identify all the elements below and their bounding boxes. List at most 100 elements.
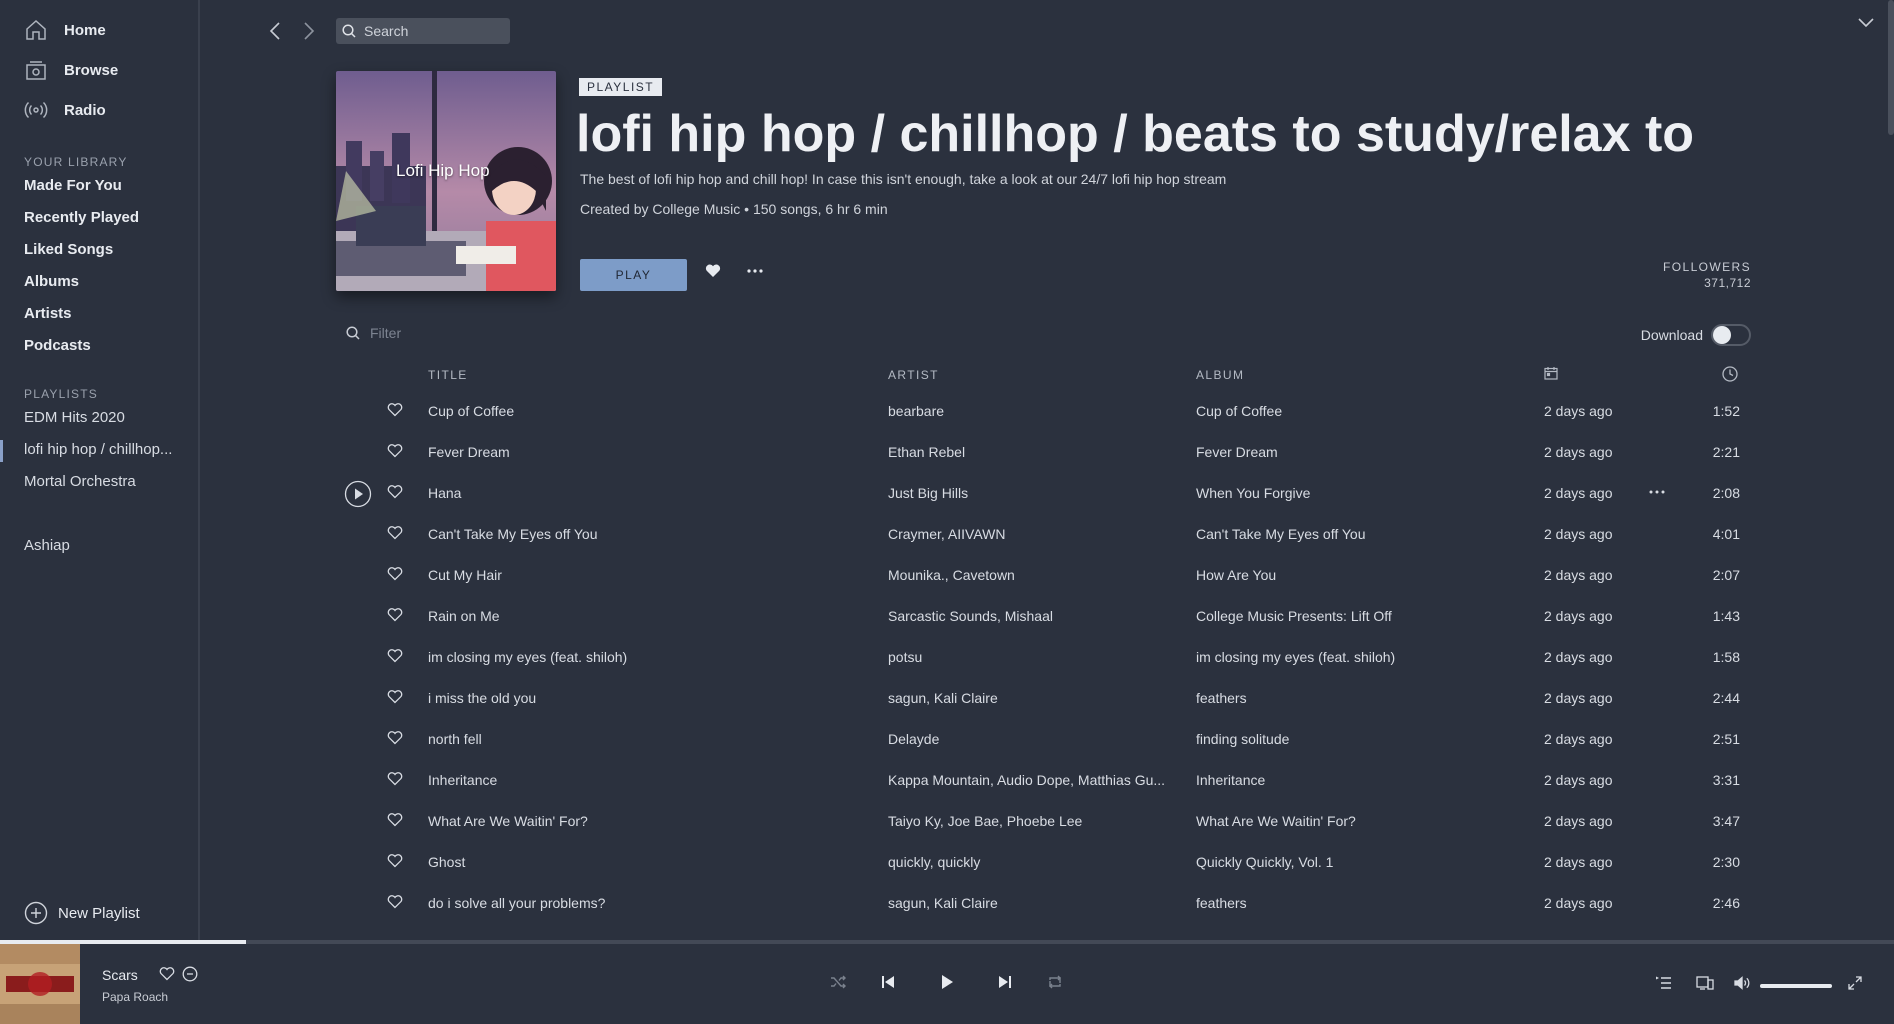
playback-progress[interactable] <box>0 940 1894 944</box>
now-playing-artist[interactable]: Papa Roach <box>102 990 168 1004</box>
track-album[interactable]: Inheritance <box>1196 772 1536 788</box>
search-input[interactable] <box>364 23 504 39</box>
now-playing-title[interactable]: Scars <box>102 967 138 983</box>
download-toggle[interactable] <box>1711 324 1751 346</box>
save-playlist-button[interactable] <box>705 264 721 278</box>
heart-outline-icon[interactable] <box>387 444 403 458</box>
back-button[interactable] <box>264 18 286 44</box>
more-options-button[interactable] <box>747 264 763 278</box>
fullscreen-button[interactable] <box>1848 976 1862 990</box>
track-album[interactable]: What Are We Waitin' For? <box>1196 813 1536 829</box>
filter-box[interactable] <box>346 325 670 341</box>
track-artist[interactable]: Just Big Hills <box>888 485 1182 501</box>
column-duration[interactable] <box>1722 366 1738 382</box>
user-menu-dropdown[interactable] <box>1858 18 1874 28</box>
queue-button[interactable] <box>1656 976 1672 990</box>
track-artist[interactable]: Ethan Rebel <box>888 444 1182 460</box>
track-date-added: 2 days ago <box>1544 444 1613 460</box>
table-row[interactable]: north fell Delayde finding solitude 2 days … <box>0 719 1894 760</box>
track-artist[interactable]: Taiyo Ky, Joe Bae, Phoebe Lee <box>888 813 1182 829</box>
search-box[interactable] <box>336 18 510 44</box>
nav-radio[interactable]: Radio <box>24 95 106 125</box>
track-album[interactable]: finding solitude <box>1196 731 1536 747</box>
track-artist[interactable]: bearbare <box>888 403 1182 419</box>
library-item-podcasts[interactable]: Podcasts <box>24 337 91 354</box>
forward-button[interactable] <box>298 18 320 44</box>
table-row[interactable]: do i solve all your problems? sagun, Kali… <box>0 883 1894 924</box>
heart-outline-icon[interactable] <box>387 567 403 581</box>
heart-outline-icon[interactable] <box>387 813 403 827</box>
table-row[interactable]: Ghost quickly, quickly Quickly Quickly, Vo… <box>0 842 1894 883</box>
ban-track-button[interactable] <box>182 966 198 982</box>
heart-outline-icon[interactable] <box>387 731 403 745</box>
filter-input[interactable] <box>370 325 670 341</box>
track-artist[interactable]: quickly, quickly <box>888 854 1182 870</box>
table-row[interactable]: Rain on Me Sarcastic Sounds, Mishaal Colle… <box>0 596 1894 637</box>
repeat-button[interactable] <box>1047 974 1063 990</box>
table-row[interactable]: im closing my eyes (feat. shiloh) potsu im… <box>0 637 1894 678</box>
table-row[interactable]: Cup of Coffee bearbare Cup of Coffee 2 days… <box>0 391 1894 432</box>
heart-outline-icon[interactable] <box>387 526 403 540</box>
column-album[interactable]: ALBUM <box>1196 368 1244 382</box>
table-row[interactable]: Hana Just Big Hills When You Forgive 2 days… <box>0 473 1894 514</box>
heart-outline-icon[interactable] <box>387 772 403 786</box>
track-artist[interactable]: Sarcastic Sounds, Mishaal <box>888 608 1182 624</box>
track-title: Can't Take My Eyes off You <box>428 526 598 542</box>
column-title[interactable]: TITLE <box>428 368 468 382</box>
nav-home[interactable]: Home <box>24 15 106 45</box>
library-item-made-for-you[interactable]: Made For You <box>24 177 122 194</box>
track-title: north fell <box>428 731 482 747</box>
table-row[interactable]: Inheritance Kappa Mountain, Audio Dope, M… <box>0 760 1894 801</box>
track-album[interactable]: Can't Take My Eyes off You <box>1196 526 1536 542</box>
track-artist[interactable]: Kappa Mountain, Audio Dope, Matthias Gu.… <box>888 772 1182 788</box>
column-artist[interactable]: ARTIST <box>888 368 939 382</box>
heart-outline-icon[interactable] <box>387 854 403 868</box>
heart-outline-icon[interactable] <box>387 608 403 622</box>
play-pause-button[interactable] <box>939 974 955 990</box>
track-artist[interactable]: sagun, Kali Claire <box>888 895 1182 911</box>
track-album[interactable]: Fever Dream <box>1196 444 1536 460</box>
table-row[interactable]: i miss the old you sagun, Kali Claire feat… <box>0 678 1894 719</box>
heart-outline-icon[interactable] <box>387 690 403 704</box>
heart-outline-icon[interactable] <box>387 895 403 909</box>
track-artist[interactable]: Delayde <box>888 731 1182 747</box>
shuffle-button[interactable] <box>830 974 846 990</box>
track-artist[interactable]: potsu <box>888 649 1182 665</box>
track-duration: 2:30 <box>1712 854 1740 870</box>
track-album[interactable]: Cup of Coffee <box>1196 403 1536 419</box>
library-item-recently-played[interactable]: Recently Played <box>24 209 139 226</box>
devices-button[interactable] <box>1696 976 1714 990</box>
column-date-added[interactable] <box>1544 366 1558 380</box>
like-track-button[interactable] <box>159 967 175 981</box>
row-play-icon[interactable] <box>344 480 372 508</box>
track-album[interactable]: College Music Presents: Lift Off <box>1196 608 1536 624</box>
previous-button[interactable] <box>880 974 896 990</box>
play-button[interactable]: PLAY <box>580 259 687 291</box>
track-album[interactable]: feathers <box>1196 690 1536 706</box>
library-item-liked-songs[interactable]: Liked Songs <box>24 241 113 258</box>
playlist-cover-art: Lofi Hip Hop <box>336 71 556 291</box>
volume-slider[interactable] <box>1760 984 1832 988</box>
library-item-artists[interactable]: Artists <box>24 305 72 322</box>
vertical-scrollbar[interactable] <box>1888 0 1894 135</box>
volume-button[interactable] <box>1734 976 1752 990</box>
table-row[interactable]: Cut My Hair Mounika., Cavetown How Are You… <box>0 555 1894 596</box>
heart-outline-icon[interactable] <box>387 403 403 417</box>
next-button[interactable] <box>997 974 1013 990</box>
track-artist[interactable]: Craymer, AIIVAWN <box>888 526 1182 542</box>
track-album[interactable]: Quickly Quickly, Vol. 1 <box>1196 854 1536 870</box>
track-artist[interactable]: Mounika., Cavetown <box>888 567 1182 583</box>
library-item-albums[interactable]: Albums <box>24 273 79 290</box>
now-playing-cover[interactable] <box>0 944 80 1024</box>
table-row[interactable]: Fever Dream Ethan Rebel Fever Dream 2 days … <box>0 432 1894 473</box>
track-album[interactable]: feathers <box>1196 895 1536 911</box>
table-row[interactable]: What Are We Waitin' For? Taiyo Ky, Joe Ba… <box>0 801 1894 842</box>
track-album[interactable]: How Are You <box>1196 567 1536 583</box>
table-row[interactable]: Can't Take My Eyes off You Craymer, AIIVA… <box>0 514 1894 555</box>
track-artist[interactable]: sagun, Kali Claire <box>888 690 1182 706</box>
heart-outline-icon[interactable] <box>387 485 403 499</box>
track-album[interactable]: When You Forgive <box>1196 485 1536 501</box>
track-album[interactable]: im closing my eyes (feat. shiloh) <box>1196 649 1536 665</box>
nav-browse[interactable]: Browse <box>24 55 118 85</box>
heart-outline-icon[interactable] <box>387 649 403 663</box>
